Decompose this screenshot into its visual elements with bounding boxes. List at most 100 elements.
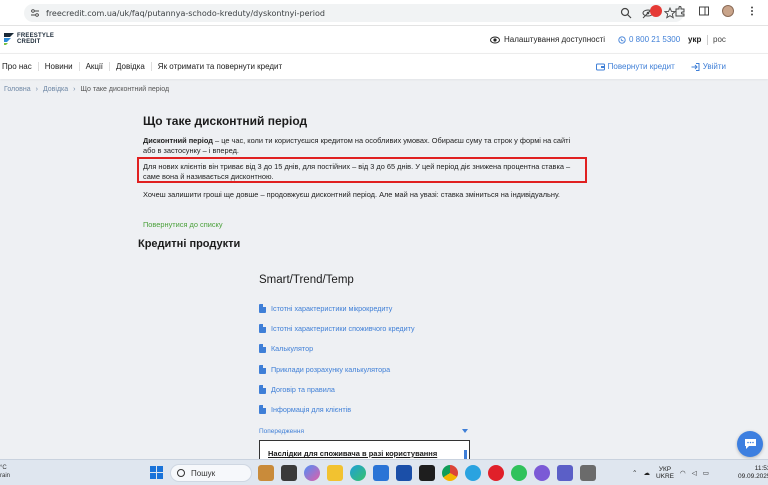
nav-news[interactable]: Новини	[45, 62, 80, 71]
browser-toolbar: freecredit.com.ua/uk/faq/putannya-schodo…	[0, 0, 768, 26]
edge-browser-icon[interactable]	[350, 465, 366, 481]
doc-link[interactable]: Інформація для клієнтів	[259, 399, 415, 419]
doc-link[interactable]: Істотні характеристики мікрокредиту	[259, 298, 415, 318]
doc-link[interactable]: Договір та правила	[259, 379, 415, 399]
lang-line2: UKRE	[655, 473, 675, 480]
start-button[interactable]	[150, 466, 163, 479]
wallet-icon	[595, 63, 605, 70]
chevron-right-icon: ›	[35, 86, 38, 93]
eye-icon	[490, 36, 500, 43]
weather-temp: °C	[0, 465, 7, 471]
wifi-icon[interactable]: ◠	[680, 469, 686, 477]
phone-icon	[618, 35, 626, 44]
weather-widget[interactable]: °C rain	[0, 464, 10, 480]
highlight-box	[137, 157, 587, 183]
clock-date: 09.09.2025	[738, 473, 768, 480]
accessibility-label: Налаштування доступності	[504, 35, 606, 44]
chat-button[interactable]	[737, 431, 763, 457]
word-app-icon[interactable]	[396, 465, 412, 481]
taskbar-search-label: Пошук	[191, 468, 216, 478]
login-arrow-icon	[691, 62, 700, 71]
doc-label: Калькулятор	[271, 344, 314, 354]
teams-app-icon[interactable]	[557, 465, 573, 481]
repay-credit-link[interactable]: Повернути кредит	[595, 62, 675, 71]
telegram-app-icon[interactable]	[465, 465, 481, 481]
battery-icon[interactable]: ▭	[703, 469, 709, 477]
widgets-app-icon[interactable]	[258, 465, 274, 481]
taskbar-apps	[258, 465, 596, 481]
doc-link[interactable]: Калькулятор	[259, 339, 415, 359]
document-icon	[259, 384, 266, 394]
sidebar-icon[interactable]	[698, 5, 710, 17]
nav-help[interactable]: Довідка	[116, 62, 152, 71]
store-app-icon[interactable]	[373, 465, 389, 481]
profile-avatar[interactable]	[722, 5, 734, 17]
task-view-icon[interactable]	[281, 465, 297, 481]
url-text: freecredit.com.ua/uk/faq/putannya-schodo…	[46, 8, 325, 18]
volume-icon[interactable]: ◁	[692, 469, 697, 477]
page-title: Що таке дисконтний період	[143, 114, 308, 128]
extensions-puzzle-icon[interactable]	[674, 5, 686, 17]
warning-accordion-toggle[interactable]: Попередження	[259, 423, 470, 439]
logo-line2: CREDIT	[17, 39, 41, 45]
breadcrumb-current: Що таке дисконтний період	[80, 86, 170, 93]
adblock-extension-icon[interactable]	[650, 5, 662, 17]
phone-number: 0 800 21 5300	[629, 35, 681, 44]
lang-line1: УКР	[658, 466, 672, 473]
chevron-down-icon	[462, 429, 468, 433]
lang-ros-button[interactable]: рос	[713, 35, 726, 44]
file-explorer-icon[interactable]	[327, 465, 343, 481]
search-icon	[177, 469, 185, 477]
nav-promotions[interactable]: Акції	[86, 62, 111, 71]
doc-label: Договір та правила	[271, 384, 335, 394]
phone-link[interactable]: 0 800 21 5300	[618, 35, 680, 44]
address-bar[interactable]: freecredit.com.ua/uk/faq/putannya-schodo…	[24, 4, 684, 22]
term-bold: Дисконтний період	[143, 136, 213, 145]
viber-app-icon[interactable]	[534, 465, 550, 481]
doc-label: Інформація для клієнтів	[271, 405, 352, 415]
copilot-app-icon[interactable]	[304, 465, 320, 481]
back-to-list-link[interactable]: Повернутися до списку	[143, 220, 223, 229]
system-tray: ⌃ ☁ УКР UKRE ◠ ◁ ▭	[632, 466, 709, 480]
warning-label: Попередження	[259, 427, 304, 435]
chevron-up-icon[interactable]: ⌃	[632, 469, 637, 477]
document-icon	[259, 405, 266, 415]
chevron-right-icon: ›	[73, 86, 76, 93]
site-header: FREESTYLE CREDIT Налаштування доступност…	[0, 26, 768, 53]
login-link[interactable]: Увійти	[691, 62, 726, 71]
cloud-icon[interactable]: ☁	[643, 469, 650, 477]
zoom-icon[interactable]	[620, 7, 632, 19]
more-menu-icon[interactable]	[746, 5, 758, 17]
site-settings-icon[interactable]	[30, 8, 40, 18]
accessibility-settings[interactable]: Налаштування доступності	[490, 35, 605, 44]
document-icon	[259, 303, 266, 313]
game-app-icon[interactable]	[580, 465, 596, 481]
breadcrumb-home[interactable]: Головна	[4, 86, 31, 93]
clock[interactable]: 11:53 09.09.2025	[738, 465, 768, 481]
document-icon	[259, 323, 266, 333]
lang-divider	[707, 35, 708, 45]
nav-how-to-get[interactable]: Як отримати та повернути кредит	[158, 62, 288, 71]
clock-time: 11:53	[754, 465, 768, 472]
freestyle-credit-logo[interactable]: FREESTYLE CREDIT	[4, 33, 54, 45]
opera-app-icon[interactable]	[488, 465, 504, 481]
doc-label: Приклади розрахунку калькулятора	[271, 364, 391, 374]
warning-box-title[interactable]: Наслідки для споживача в разі користуван…	[268, 449, 437, 458]
nav-about[interactable]: Про нас	[2, 62, 39, 71]
chrome-app-icon[interactable]	[442, 465, 458, 481]
weather-desc: rain	[0, 473, 11, 479]
whatsapp-app-icon[interactable]	[511, 465, 527, 481]
doc-link[interactable]: Приклади розрахунку калькулятора	[259, 359, 415, 379]
lang-ukr-button[interactable]: укр	[688, 35, 701, 44]
dropbox-app-icon[interactable]	[419, 465, 435, 481]
breadcrumb: Головна › Довідка › Що таке дисконтний п…	[4, 86, 169, 93]
doc-label: Істотні характеристики мікрокредиту	[271, 303, 393, 313]
taskbar-search[interactable]: Пошук	[170, 464, 252, 482]
main-nav: Про нас Новини Акції Довідка Як отримати…	[0, 53, 768, 79]
doc-label: Істотні характеристики споживчого кредит…	[271, 323, 415, 333]
input-language[interactable]: УКР UKRE	[656, 466, 674, 480]
breadcrumb-help[interactable]: Довідка	[43, 86, 68, 93]
chat-bubble-icon	[744, 439, 756, 449]
credit-products-heading: Кредитні продукти	[138, 238, 241, 250]
doc-link[interactable]: Істотні характеристики споживчого кредит…	[259, 318, 415, 338]
